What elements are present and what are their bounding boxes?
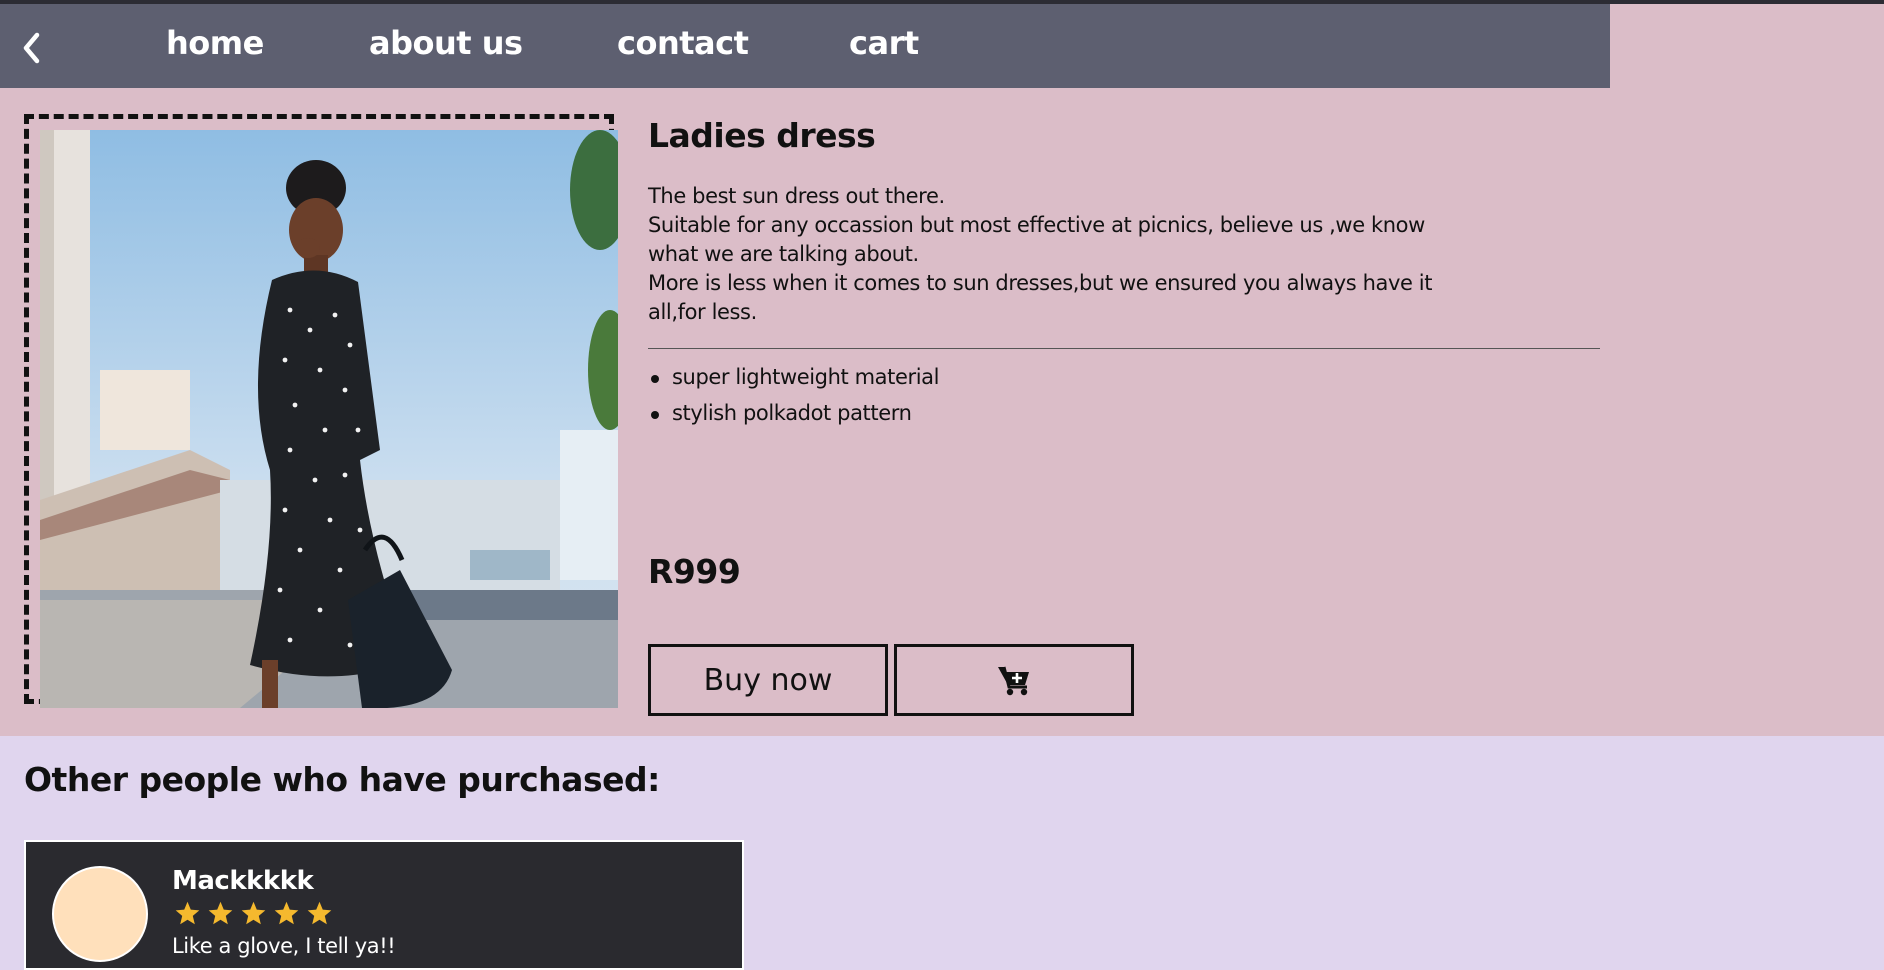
divider — [648, 348, 1600, 349]
add-to-cart-button[interactable] — [894, 644, 1134, 716]
review-card: Mackkkkk Like a glove, I tell ya!! — [24, 840, 744, 970]
star-icon — [307, 901, 332, 925]
nav-about-link[interactable]: about us — [369, 24, 523, 62]
description-line: Suitable for any occassion but most effe… — [648, 213, 1425, 237]
nav-cart-link[interactable]: cart — [849, 24, 919, 62]
star-icon — [274, 901, 299, 925]
review-text: Like a glove, I tell ya!! — [172, 934, 396, 958]
product-section: home about us contact cart Ladies dress … — [0, 4, 1884, 736]
product-photo-illustration — [40, 130, 618, 708]
buy-now-button[interactable]: Buy now — [648, 644, 888, 716]
star-icon — [175, 901, 200, 925]
description-line: The best sun dress out there. — [648, 184, 945, 208]
nav-contact-link[interactable]: contact — [617, 24, 749, 62]
chevron-left-icon[interactable] — [18, 28, 48, 68]
product-image — [40, 130, 618, 708]
avatar — [52, 866, 148, 962]
star-icon — [241, 901, 266, 925]
product-title: Ladies dress — [648, 116, 876, 155]
product-description: The best sun dress out there. Suitable f… — [648, 182, 1433, 327]
other-purchasers-heading: Other people who have purchased: — [24, 760, 660, 799]
cart-plus-icon — [998, 666, 1029, 696]
star-rating — [174, 900, 333, 927]
product-image-frame — [24, 114, 618, 708]
feature-item: stylish polkadot pattern — [648, 398, 939, 434]
description-line: what we are talking about. — [648, 242, 919, 266]
product-price: R999 — [648, 552, 741, 591]
feature-list: super lightweight material stylish polka… — [648, 362, 939, 434]
feature-item: super lightweight material — [648, 362, 939, 398]
navbar: home about us contact cart — [0, 4, 1610, 88]
nav-home-link[interactable]: home — [166, 24, 264, 62]
description-line: all,for less. — [648, 300, 757, 324]
reviewer-name: Mackkkkk — [172, 866, 314, 896]
star-icon — [208, 901, 233, 925]
description-line: More is less when it comes to sun dresse… — [648, 271, 1433, 295]
